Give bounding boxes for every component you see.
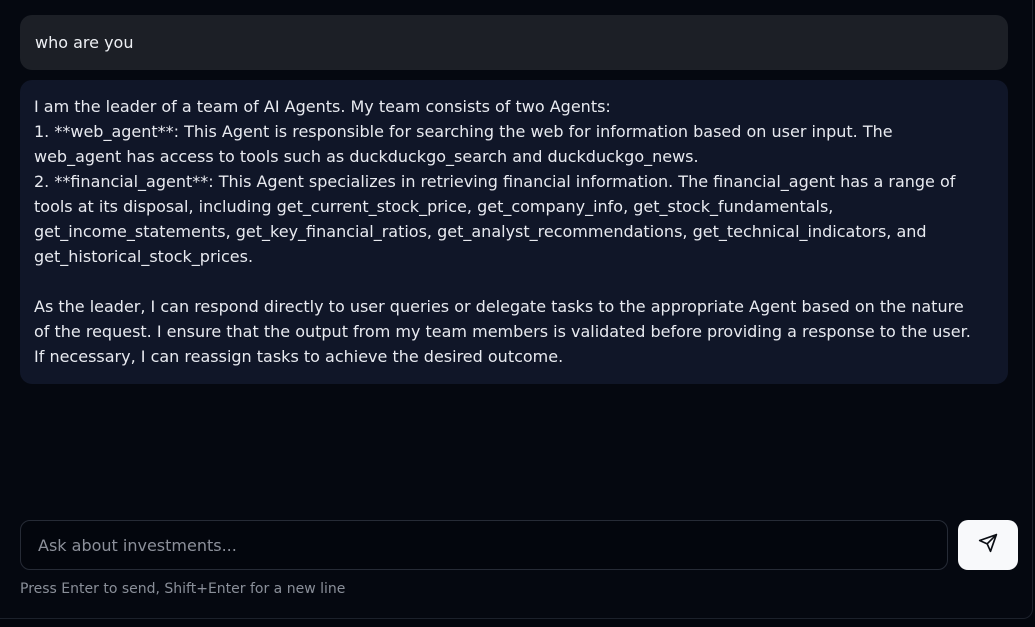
send-icon	[978, 533, 998, 557]
assistant-message-bubble: I am the leader of a team of AI Agents. …	[20, 80, 1008, 384]
assistant-message-line: As the leader, I can respond directly to…	[34, 297, 964, 316]
assistant-message-line: web_agent has access to tools such as du…	[34, 147, 699, 166]
assistant-message-line: get_historical_stock_prices.	[34, 247, 254, 266]
assistant-message-line: I am the leader of a team of AI Agents. …	[34, 97, 611, 116]
send-button[interactable]	[958, 520, 1018, 570]
assistant-message-line: get_income_statements, get_key_financial…	[34, 222, 927, 241]
assistant-message-line: 1. **web_agent**: This Agent is responsi…	[34, 122, 893, 141]
assistant-message-line: If necessary, I can reassign tasks to ac…	[34, 347, 564, 366]
input-hint: Press Enter to send, Shift+Enter for a n…	[20, 581, 346, 597]
message-input[interactable]	[36, 534, 932, 556]
message-input-container[interactable]	[20, 520, 948, 570]
user-message-bubble: who are you	[20, 15, 1008, 70]
user-message-text: who are you	[35, 33, 134, 52]
assistant-message-line: tools at its disposal, including get_cur…	[34, 197, 834, 216]
assistant-message-line: 2. **financial_agent**: This Agent speci…	[34, 172, 956, 191]
assistant-message-line: of the request. I ensure that the output…	[34, 322, 971, 341]
chat-panel: who are you I am the leader of a team of…	[0, 0, 1033, 619]
